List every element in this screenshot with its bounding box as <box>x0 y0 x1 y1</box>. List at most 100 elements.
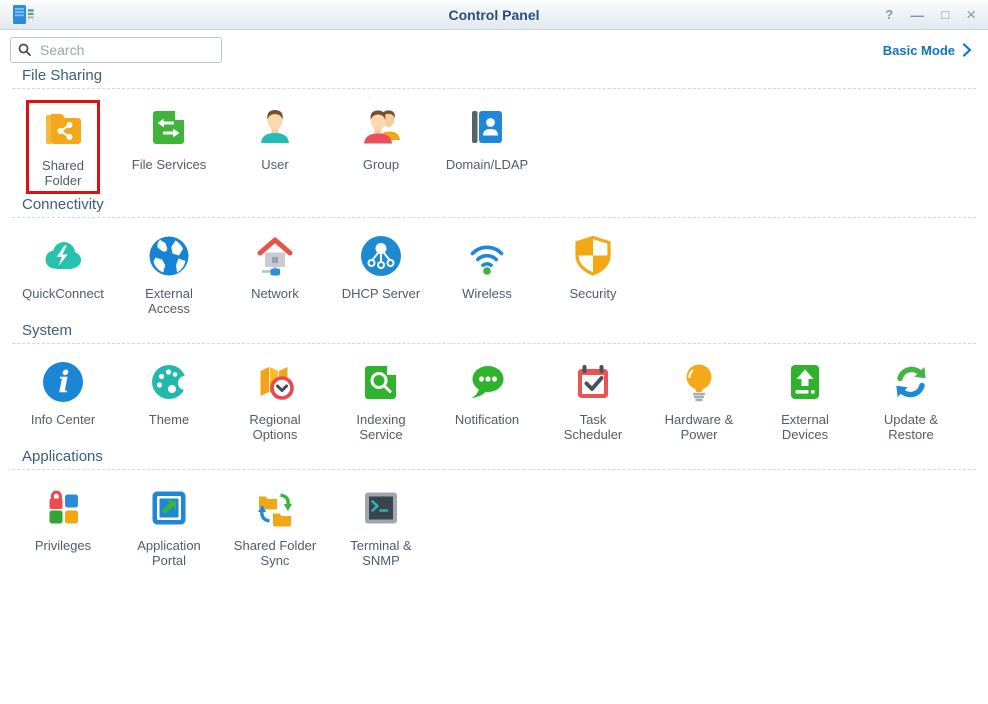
item-shared-folder[interactable]: Shared Folder <box>10 100 116 194</box>
group-icon <box>357 103 405 151</box>
item-label: Privileges <box>35 538 91 553</box>
item-update-restore[interactable]: Update & Restore <box>858 355 964 446</box>
section-items: Privileges Application Portal Shared Fol… <box>10 470 978 572</box>
item-inner: Update & Restore <box>875 355 947 446</box>
item-file-services[interactable]: File Services <box>116 100 222 194</box>
basic-mode-label: Basic Mode <box>883 43 955 58</box>
item-label: Hardware & Power <box>665 412 734 442</box>
section: Applications Privileges Application Port… <box>10 448 978 572</box>
item-label: Info Center <box>31 412 95 427</box>
minimize-button[interactable]: — <box>910 8 924 22</box>
section-title: File Sharing <box>22 67 978 84</box>
external-access-icon <box>145 232 193 280</box>
section: Connectivity QuickConnect External Acces… <box>10 196 978 320</box>
control-panel-app-icon <box>12 3 36 27</box>
item-inner: Group <box>348 100 414 176</box>
item-shared-folder-sync[interactable]: Shared Folder Sync <box>222 481 328 572</box>
item-label: Indexing Service <box>356 412 405 442</box>
section: System i Info Center Theme Regional Opti… <box>10 322 978 446</box>
item-inner: User <box>242 100 308 176</box>
title-bar: Control Panel ? — □ × <box>0 0 988 30</box>
item-domain-ldap[interactable]: Domain/LDAP <box>434 100 540 194</box>
item-security[interactable]: Security <box>540 229 646 320</box>
theme-icon <box>145 358 193 406</box>
shared-folder-sync-icon <box>251 484 299 532</box>
help-button[interactable]: ? <box>885 8 893 21</box>
external-devices-icon <box>781 358 829 406</box>
item-inner: Terminal & SNMP <box>341 481 420 572</box>
item-hardware-power[interactable]: Hardware & Power <box>646 355 752 446</box>
close-button[interactable]: × <box>966 6 976 23</box>
section-title: Applications <box>22 448 978 465</box>
item-label: Shared Folder <box>42 158 84 188</box>
domain-ldap-icon <box>463 103 511 151</box>
item-inner: Regional Options <box>240 355 309 446</box>
item-label: External Access <box>125 286 213 316</box>
quickconnect-icon <box>39 232 87 280</box>
item-notification[interactable]: Notification <box>434 355 540 446</box>
search-icon <box>18 43 32 57</box>
item-wireless[interactable]: Wireless <box>434 229 540 320</box>
item-inner: Shared Folder Sync <box>225 481 325 572</box>
item-label: External Devices <box>781 412 829 442</box>
item-inner: Privileges <box>26 481 100 557</box>
task-scheduler-icon <box>569 358 617 406</box>
item-indexing-service[interactable]: Indexing Service <box>328 355 434 446</box>
item-privileges[interactable]: Privileges <box>10 481 116 572</box>
item-label: Application Portal <box>137 538 201 568</box>
item-external-devices[interactable]: External Devices <box>752 355 858 446</box>
maximize-button[interactable]: □ <box>941 8 949 21</box>
item-inner: Security <box>560 229 626 305</box>
item-inner: Hardware & Power <box>656 355 743 446</box>
chevron-right-icon <box>962 43 972 57</box>
item-label: Terminal & SNMP <box>350 538 411 568</box>
item-inner: Network <box>242 229 308 305</box>
item-label: Security <box>570 286 617 301</box>
toolbar: Basic Mode <box>0 30 988 65</box>
section-items: QuickConnect External Access Network DHC… <box>10 218 978 320</box>
item-inner: File Services <box>123 100 215 176</box>
item-label: Theme <box>149 412 189 427</box>
item-label: Network <box>251 286 299 301</box>
window-controls: ? — □ × <box>885 6 976 23</box>
item-dhcp-server[interactable]: DHCP Server <box>328 229 434 320</box>
item-label: Task Scheduler <box>549 412 637 442</box>
item-label: Group <box>363 157 399 172</box>
item-inner: Notification <box>446 355 528 431</box>
sections: File Sharing Shared Folder File Services… <box>0 67 988 572</box>
item-inner: i Info Center <box>22 355 104 431</box>
item-inner: Task Scheduler <box>540 355 646 446</box>
item-quickconnect[interactable]: QuickConnect <box>10 229 116 320</box>
search-box[interactable] <box>10 37 222 63</box>
item-application-portal[interactable]: Application Portal <box>116 481 222 572</box>
item-terminal-snmp[interactable]: Terminal & SNMP <box>328 481 434 572</box>
section-title: System <box>22 322 978 339</box>
info-center-icon: i <box>39 358 87 406</box>
section-items: i Info Center Theme Regional Options Ind… <box>10 344 978 446</box>
indexing-service-icon <box>357 358 405 406</box>
application-portal-icon <box>145 484 193 532</box>
hardware-power-icon <box>675 358 723 406</box>
item-inner: External Devices <box>772 355 838 446</box>
item-theme[interactable]: Theme <box>116 355 222 446</box>
search-input[interactable] <box>38 41 214 59</box>
item-inner: Theme <box>136 355 202 431</box>
network-icon <box>251 232 299 280</box>
privileges-icon <box>39 484 87 532</box>
item-info-center[interactable]: i Info Center <box>10 355 116 446</box>
item-regional-options[interactable]: Regional Options <box>222 355 328 446</box>
item-inner: Shared Folder <box>26 100 100 194</box>
basic-mode-link[interactable]: Basic Mode <box>883 43 972 58</box>
window-title: Control Panel <box>0 7 988 23</box>
item-label: Notification <box>455 412 519 427</box>
item-label: Regional Options <box>249 412 300 442</box>
item-task-scheduler[interactable]: Task Scheduler <box>540 355 646 446</box>
section-title: Connectivity <box>22 196 978 213</box>
shared-folder-icon <box>39 104 87 152</box>
terminal-snmp-icon <box>357 484 405 532</box>
item-group[interactable]: Group <box>328 100 434 194</box>
item-external-access[interactable]: External Access <box>116 229 222 320</box>
item-user[interactable]: User <box>222 100 328 194</box>
item-label: Shared Folder Sync <box>234 538 316 568</box>
item-network[interactable]: Network <box>222 229 328 320</box>
